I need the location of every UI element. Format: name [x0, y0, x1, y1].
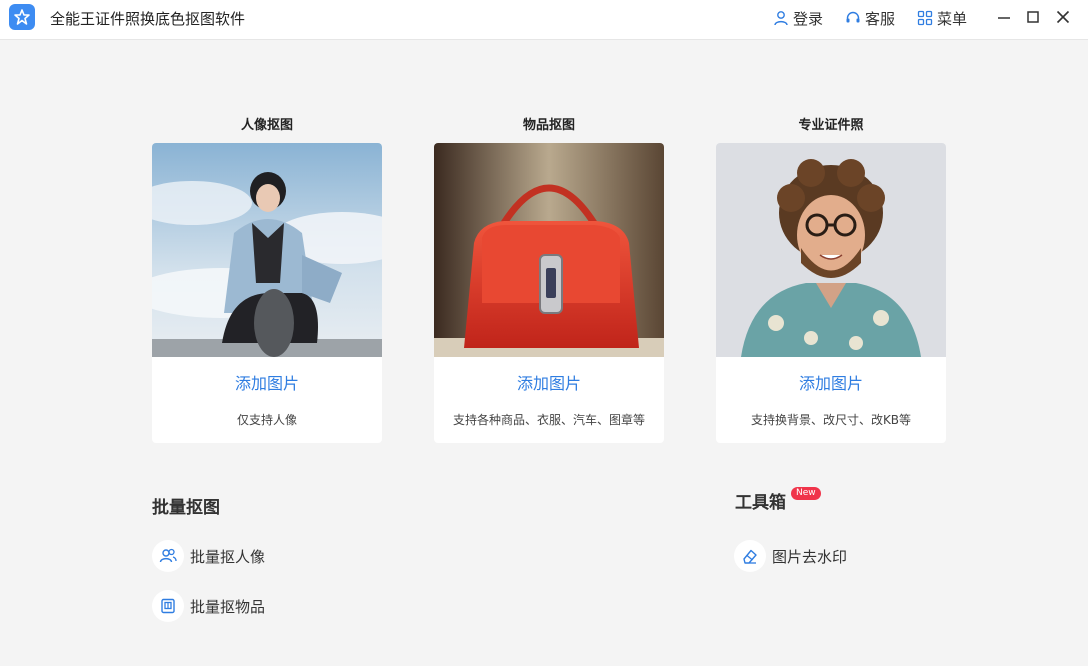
- close-button[interactable]: [1052, 6, 1074, 28]
- maximize-button[interactable]: [1022, 6, 1044, 28]
- minimize-icon: [998, 17, 1010, 19]
- menu-label: 菜单: [937, 9, 968, 28]
- login-button[interactable]: 登录: [773, 7, 823, 29]
- eraser-icon: [734, 540, 766, 572]
- batch-cutout-title: 批量抠图: [152, 498, 220, 518]
- people-icon: [152, 540, 184, 572]
- box-icon: [152, 590, 184, 622]
- new-badge: New: [791, 487, 821, 500]
- object-add-image-link[interactable]: 添加图片: [434, 370, 664, 394]
- grid-menu-icon: [917, 10, 933, 26]
- customer-service-button[interactable]: 客服: [845, 7, 895, 29]
- portrait-add-image-link[interactable]: 添加图片: [152, 370, 382, 394]
- app-title: 全能王证件照换底色抠图软件: [50, 10, 246, 28]
- headset-icon: [846, 11, 860, 23]
- portrait-cutout-heading: 人像抠图: [240, 118, 293, 133]
- service-label: 客服: [865, 9, 896, 28]
- object-cutout-heading: 物品抠图: [522, 118, 575, 133]
- title-bar: 全能王证件照换底色抠图软件 登录 客服 菜单: [0, 0, 1088, 40]
- id-photo-heading: 专业证件照: [798, 118, 864, 133]
- handbag-sample-image: [434, 143, 664, 357]
- batch-portrait-label: 批量抠人像: [190, 547, 266, 566]
- user-icon: [774, 11, 788, 26]
- remove-watermark-label: 图片去水印: [772, 547, 848, 566]
- portrait-cutout-card[interactable]: 添加图片 仅支持人像: [152, 143, 382, 443]
- object-description: 支持各种商品、衣服、汽车、图章等: [452, 413, 645, 427]
- maximize-icon: [1027, 11, 1039, 23]
- object-cutout-card[interactable]: 添加图片 支持各种商品、衣服、汽车、图章等: [434, 143, 664, 443]
- batch-portrait-item[interactable]: 批量抠人像: [152, 540, 265, 572]
- portrait-sample-image: [152, 143, 382, 357]
- login-label: 登录: [793, 9, 824, 28]
- batch-object-item[interactable]: 批量抠物品: [152, 590, 265, 622]
- portrait-description: 仅支持人像: [236, 413, 297, 427]
- id-photo-add-image-link[interactable]: 添加图片: [716, 370, 946, 394]
- id-photo-sample-image: [716, 143, 946, 357]
- close-icon: [1056, 10, 1070, 24]
- id-photo-description: 支持换背景、改尺寸、改KB等: [750, 413, 912, 427]
- batch-object-label: 批量抠物品: [190, 597, 266, 616]
- app-logo-icon: [9, 4, 35, 30]
- minimize-button[interactable]: [993, 6, 1015, 28]
- menu-button[interactable]: 菜单: [917, 7, 967, 29]
- toolbox-title: 工具箱: [735, 493, 786, 513]
- remove-watermark-item[interactable]: 图片去水印: [734, 540, 847, 572]
- id-photo-card[interactable]: 添加图片 支持换背景、改尺寸、改KB等: [716, 143, 946, 443]
